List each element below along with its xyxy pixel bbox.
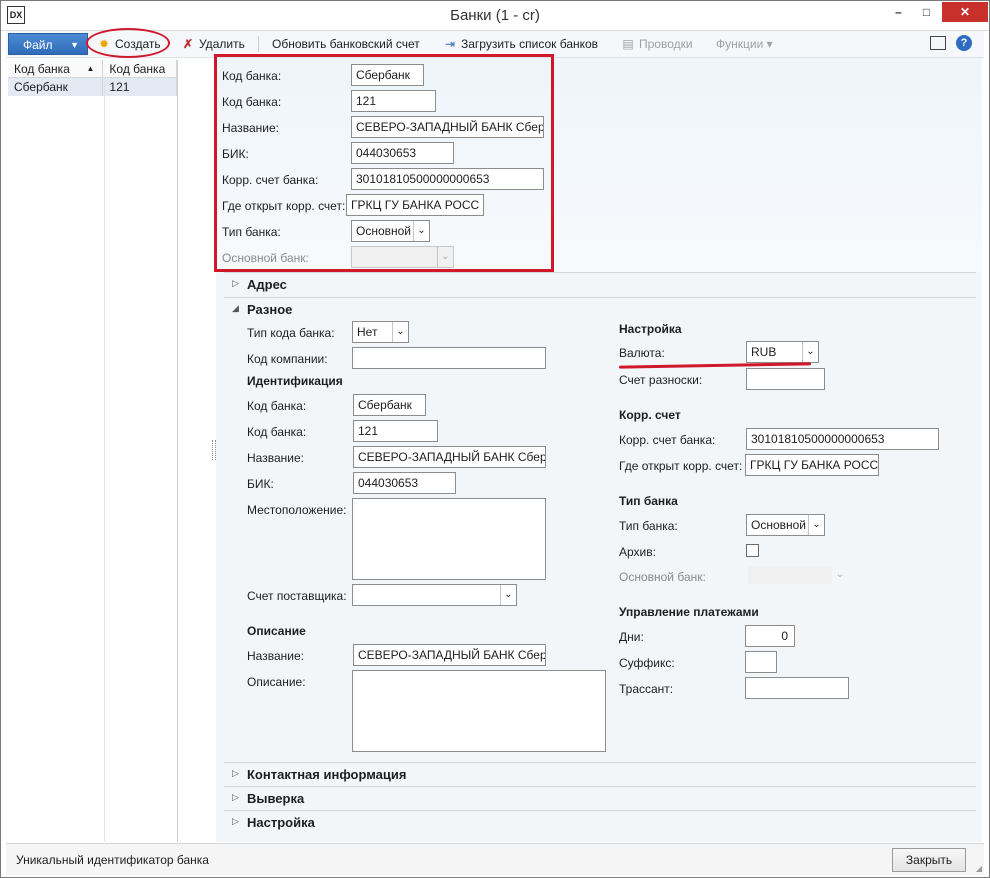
functions-label: Функции bbox=[716, 37, 764, 51]
grid-header: Код банка ▲ Код банка bbox=[8, 60, 177, 78]
expand-icon: ▷ bbox=[232, 278, 239, 288]
update-bank-account-button[interactable]: Обновить банковский счет bbox=[272, 35, 420, 53]
grid-header-bank-code[interactable]: Код банка ▲ bbox=[8, 60, 104, 77]
field-label: Архив: bbox=[619, 545, 656, 559]
minimize-button[interactable]: – bbox=[885, 2, 912, 22]
field-label: Описание: bbox=[247, 675, 306, 689]
days-field[interactable]: 0 bbox=[745, 625, 795, 647]
location-textarea[interactable] bbox=[352, 498, 546, 580]
field-label: Где открыт корр. счет: bbox=[619, 459, 743, 473]
field-label: Код банка: bbox=[247, 399, 307, 413]
grid-cell: Сбербанк bbox=[8, 78, 104, 96]
group-title: Описание bbox=[247, 624, 306, 638]
delete-button[interactable]: ✗ Удалить bbox=[180, 35, 245, 53]
field-label: БИК: bbox=[247, 477, 274, 491]
field-label: Тип кода банка: bbox=[247, 326, 335, 340]
status-text: Уникальный идентификатор банка bbox=[16, 853, 209, 867]
misc-bank-code-2-field[interactable]: 121 bbox=[353, 420, 438, 442]
collapse-icon: ◢ bbox=[232, 303, 239, 313]
chevron-down-icon: ⌄ bbox=[832, 566, 848, 584]
delete-label: Удалить bbox=[199, 37, 245, 51]
create-highlight-circle bbox=[86, 28, 170, 58]
group-title: Управление платежами bbox=[619, 605, 759, 619]
field-label: Основной банк: bbox=[619, 570, 706, 584]
chevron-down-icon: ⌄ bbox=[500, 585, 516, 605]
misc-bik-field[interactable]: 044030653 bbox=[353, 472, 456, 494]
company-field[interactable] bbox=[352, 347, 546, 369]
grid-header-bank-code-2[interactable]: Код банка bbox=[103, 60, 177, 77]
file-label: Файл bbox=[23, 38, 53, 52]
field-label: Трассант: bbox=[619, 682, 674, 696]
load-banks-button[interactable]: ⇥ Загрузить список банков bbox=[442, 35, 598, 53]
setup-main-bank-select[interactable]: ⌄ bbox=[748, 566, 848, 584]
window-title: Банки (1 - cr) bbox=[450, 7, 540, 24]
field-label: Счет поставщика: bbox=[247, 589, 347, 603]
setup-corr-account-field[interactable]: 30101810500000000653 bbox=[746, 428, 939, 450]
group-title: Настройка bbox=[619, 322, 682, 336]
expand-icon: ▷ bbox=[232, 792, 239, 802]
misc-bank-code-field[interactable]: Сбербанк bbox=[353, 394, 426, 416]
section-misc[interactable]: ◢ Разное bbox=[224, 297, 976, 321]
header-highlight-box bbox=[214, 54, 554, 272]
delete-icon: ✗ bbox=[182, 37, 194, 51]
drawer-field[interactable] bbox=[745, 677, 849, 699]
maximize-button[interactable]: □ bbox=[913, 2, 940, 22]
toolbar-divider bbox=[258, 36, 259, 52]
misc-name-field[interactable]: СЕВЕРО-ЗАПАДНЫЙ БАНК Сберб bbox=[353, 446, 546, 468]
expand-icon: ▷ bbox=[232, 816, 239, 826]
section-address[interactable]: ▷ Адрес bbox=[224, 272, 976, 296]
title-bar: DX Банки (1 - cr) – □ ✕ bbox=[1, 1, 989, 31]
currency-select[interactable]: RUB ⌄ bbox=[746, 341, 819, 363]
bank-grid: Код банка ▲ Код банка Сбербанк 121 bbox=[8, 60, 178, 842]
help-icon[interactable]: ? bbox=[956, 35, 972, 51]
chevron-down-icon: ▼ bbox=[70, 40, 79, 50]
close-window-button[interactable]: ✕ bbox=[942, 2, 988, 22]
setup-corr-where-field[interactable]: ГРКЦ ГУ БАНКА РОСС bbox=[745, 454, 879, 476]
layout-icon[interactable] bbox=[930, 36, 946, 50]
chevron-down-icon: ⌄ bbox=[802, 342, 818, 362]
table-row[interactable]: Сбербанк 121 bbox=[8, 78, 177, 96]
field-label: Валюта: bbox=[619, 346, 665, 360]
group-title: Корр. счет bbox=[619, 408, 681, 422]
field-label: Корр. счет банка: bbox=[619, 433, 716, 447]
chevron-down-icon: ⌄ bbox=[392, 322, 408, 342]
grid-cell: 121 bbox=[103, 78, 177, 96]
sort-up-icon: ▲ bbox=[86, 64, 95, 73]
section-reconciliation[interactable]: ▷ Выверка bbox=[224, 786, 976, 810]
section-settings[interactable]: ▷ Настройка bbox=[224, 810, 976, 834]
field-label: Код компании: bbox=[247, 352, 328, 366]
postings-button[interactable]: ▤ Проводки bbox=[620, 35, 693, 53]
field-label: Дни: bbox=[619, 630, 644, 644]
field-label: Счет разноски: bbox=[619, 373, 703, 387]
section-contact[interactable]: ▷ Контактная информация bbox=[224, 762, 976, 786]
functions-menu[interactable]: Функции ▾ bbox=[716, 35, 773, 53]
vendor-account-select[interactable]: ⌄ bbox=[352, 584, 517, 606]
status-bar: Уникальный идентификатор банка Закрыть ◢ bbox=[6, 843, 984, 875]
field-label: Местоположение: bbox=[247, 503, 347, 517]
close-button[interactable]: Закрыть bbox=[892, 848, 966, 872]
suffix-field[interactable] bbox=[745, 651, 777, 673]
setup-bank-type-select[interactable]: Основной ⌄ bbox=[746, 514, 825, 536]
field-label: Тип банка: bbox=[619, 519, 678, 533]
file-menu-button[interactable]: Файл ▼ bbox=[8, 33, 88, 55]
expand-icon: ▷ bbox=[232, 768, 239, 778]
postings-icon: ▤ bbox=[622, 37, 634, 51]
resize-grip-icon[interactable]: ◢ bbox=[976, 864, 982, 873]
field-label: Код банка: bbox=[247, 425, 307, 439]
field-label: Суффикс: bbox=[619, 656, 675, 670]
field-label: Название: bbox=[247, 649, 304, 663]
chevron-down-icon: ⌄ bbox=[808, 515, 824, 535]
group-title: Тип банка bbox=[619, 494, 678, 508]
group-title: Идентификация bbox=[247, 374, 343, 388]
desc-name-field[interactable]: СЕВЕРО-ЗАПАДНЫЙ БАНК Сберб bbox=[353, 644, 546, 666]
archive-checkbox[interactable] bbox=[746, 544, 759, 557]
postings-label: Проводки bbox=[639, 37, 693, 51]
description-textarea[interactable] bbox=[352, 670, 606, 752]
posting-account-field[interactable] bbox=[746, 368, 825, 390]
import-icon: ⇥ bbox=[444, 37, 456, 51]
grid-divider bbox=[104, 78, 105, 842]
load-banks-label: Загрузить список банков bbox=[461, 37, 599, 51]
field-label: Название: bbox=[247, 451, 304, 465]
code-type-select[interactable]: Нет ⌄ bbox=[352, 321, 409, 343]
